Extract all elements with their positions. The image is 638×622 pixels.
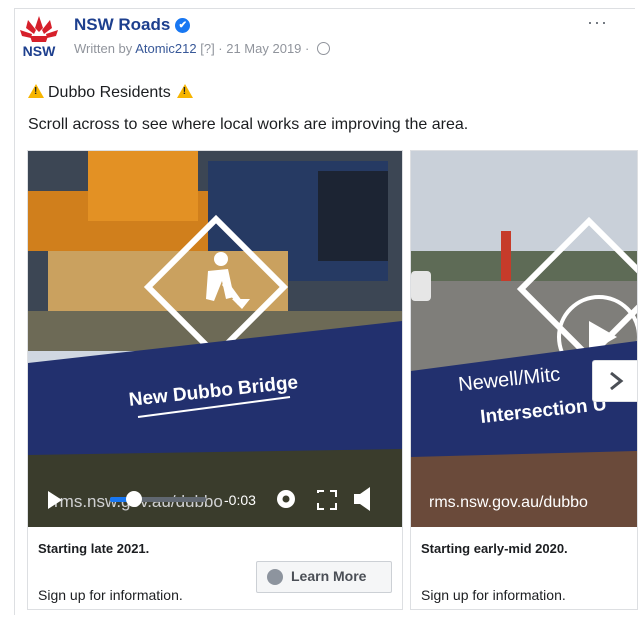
card2-caption-sub: Sign up for information.: [421, 587, 566, 603]
carousel-card-1[interactable]: New Dubbo Bridge rms.nsw.gov.au/dubbo -0…: [27, 150, 403, 610]
card2-url-overlay: rms.nsw.gov.au/dubbo: [429, 494, 588, 511]
logo-text: NSW: [23, 43, 56, 59]
learn-more-label: Learn More: [291, 568, 367, 584]
page-name-text[interactable]: NSW Roads: [74, 15, 170, 34]
globe-icon: [316, 42, 330, 55]
post-header: NSW NSW Roads ✔ Written by Atomic212 [?] …: [14, 12, 614, 60]
post-date[interactable]: · 21 May 2019 ·: [215, 41, 313, 56]
card1-caption-title: Starting late 2021.: [38, 541, 150, 556]
verified-badge-icon: ✔: [175, 18, 191, 33]
page-name[interactable]: NSW Roads ✔: [74, 15, 191, 35]
video-frame[interactable]: New Dubbo Bridge rms.nsw.gov.au/dubbo -0…: [28, 151, 402, 527]
video-player[interactable]: New Dubbo Bridge rms.nsw.gov.au/dubbo -0…: [28, 151, 402, 527]
nsw-logo[interactable]: NSW: [16, 12, 62, 60]
author-help[interactable]: [?]: [197, 41, 214, 56]
messenger-icon: [267, 569, 283, 585]
post-text-line2: Scroll across to see where local works a…: [28, 116, 469, 133]
video-player-2[interactable]: Newell/Mitc Intersection U rms.nsw.gov.a…: [411, 151, 637, 527]
progress-knob[interactable]: [126, 491, 142, 507]
card2-caption-title: Starting early-mid 2020.: [421, 541, 568, 556]
author-link[interactable]: Atomic212: [135, 41, 196, 56]
chevron-right-icon: [610, 371, 624, 391]
card1-caption-sub: Sign up for information.: [38, 587, 183, 603]
post-text-line1: Dubbo Residents: [28, 84, 193, 102]
more-options-button[interactable]: ···: [587, 12, 608, 33]
learn-more-button[interactable]: Learn More: [256, 561, 392, 593]
post-text-line1-label: Dubbo Residents: [48, 84, 171, 101]
post-meta: Written by Atomic212 [?] · 21 May 2019 ·: [74, 41, 330, 56]
warning-icon: [28, 84, 44, 98]
video-time: -0:03: [224, 492, 256, 508]
carousel-next-button[interactable]: [592, 360, 637, 402]
warning-icon: [176, 84, 193, 98]
settings-gear-icon[interactable]: [277, 490, 295, 508]
written-by-label: Written by: [74, 41, 136, 56]
video-frame-2[interactable]: Newell/Mitc Intersection U rms.nsw.gov.a…: [411, 151, 637, 527]
